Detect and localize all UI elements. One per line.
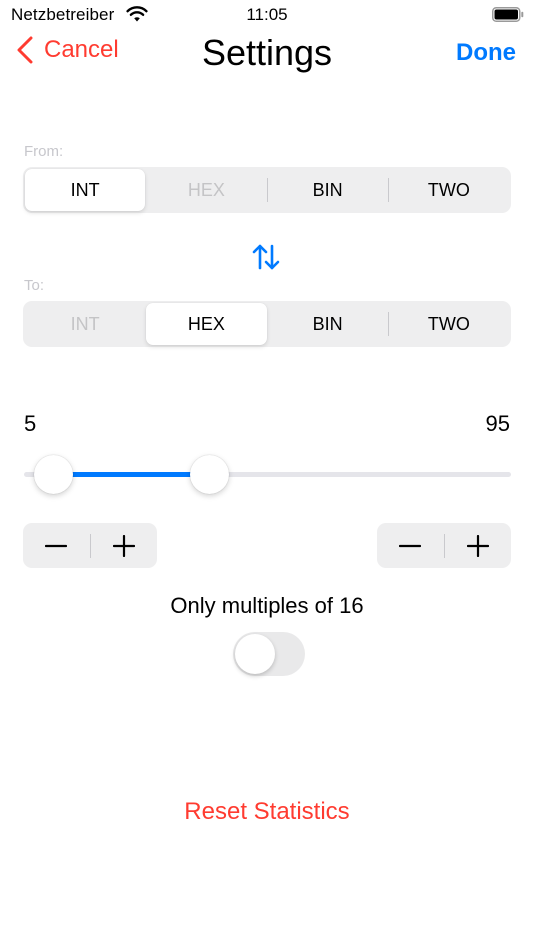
minus-icon xyxy=(399,544,422,547)
range-slider-fill xyxy=(53,472,210,477)
to-label: To: xyxy=(24,277,45,294)
to-option-hex[interactable]: HEX xyxy=(146,303,267,345)
status-time: 11:05 xyxy=(246,5,288,24)
page-title: Settings xyxy=(201,32,333,73)
range-slider-lower-thumb[interactable] xyxy=(33,455,73,494)
plus-icon xyxy=(112,534,135,557)
from-segmented-control: INT HEX BIN TWO xyxy=(23,167,511,213)
max-stepper xyxy=(377,523,511,568)
multiples-toggle-label: Only multiples of 16 xyxy=(170,593,364,618)
plus-icon xyxy=(466,534,489,557)
from-option-int[interactable]: INT xyxy=(25,169,146,211)
reset-statistics-button[interactable]: Reset Statistics xyxy=(0,798,534,826)
toggle-knob xyxy=(235,634,275,674)
min-increment-button[interactable] xyxy=(91,523,158,568)
max-decrement-button[interactable] xyxy=(377,523,444,568)
status-bar: Netzbetreiber 11:05 xyxy=(0,0,534,30)
to-option-two[interactable]: TWO xyxy=(389,303,509,345)
to-option-bin[interactable]: BIN xyxy=(268,303,388,345)
from-option-two[interactable]: TWO xyxy=(389,169,509,211)
max-increment-button[interactable] xyxy=(445,523,512,568)
done-button[interactable]: Done xyxy=(456,39,516,67)
from-label: From: xyxy=(24,143,64,160)
multiples-toggle[interactable] xyxy=(233,632,305,676)
min-stepper xyxy=(23,523,157,568)
battery-icon xyxy=(492,7,524,22)
minus-icon xyxy=(45,544,68,547)
min-decrement-button[interactable] xyxy=(23,523,90,568)
to-segmented-control: INT HEX BIN TWO xyxy=(23,301,511,347)
swap-arrows-icon[interactable] xyxy=(251,243,281,271)
range-max-value: 95 xyxy=(485,411,510,436)
from-option-hex: HEX xyxy=(187,179,225,200)
from-option-bin[interactable]: BIN xyxy=(268,169,388,211)
to-option-int: INT xyxy=(70,313,100,334)
navigation-bar: Cancel Settings Done xyxy=(0,30,534,76)
range-min-value: 5 xyxy=(24,411,37,436)
range-slider-upper-thumb[interactable] xyxy=(189,455,229,494)
